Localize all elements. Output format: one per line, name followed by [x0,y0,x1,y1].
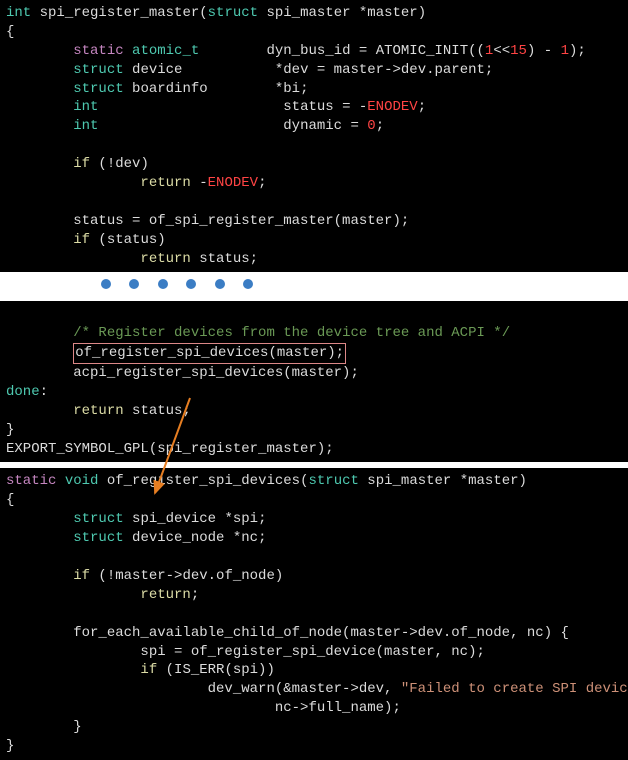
code-text: spi_device *spi; [124,511,267,527]
ellipsis-dots [0,272,628,301]
keyword-int: int [73,118,98,134]
dot-icon [215,279,225,289]
keyword-if: if [140,662,157,678]
code-text: } [6,719,82,735]
code-text: (status) [90,232,166,248]
code-text: spi_master *master) [258,5,426,21]
code-text: dev_warn(&master->dev, [6,681,401,697]
code-text: ; [418,99,426,115]
code-block-3: static void of_register_spi_devices(stru… [0,468,628,759]
code-block-2: /* Register devices from the device tree… [0,301,628,462]
code-text: ; [258,175,266,191]
keyword-static: static [73,43,123,59]
code-text: device_node *nc; [124,530,267,546]
number: 15 [510,43,527,59]
code-text: acpi_register_spi_devices(master); [6,365,359,381]
error-const: ENODEV [208,175,258,191]
keyword-return: return [140,251,190,267]
dot-icon [101,279,111,289]
highlighted-call: of_register_spi_devices(master); [73,343,346,364]
code-text: spi_master *master) [359,473,527,489]
code-text: of_register_spi_devices(master); [75,345,344,361]
code-text: for_each_available_child_of_node(master-… [6,625,569,641]
keyword-if: if [73,232,90,248]
keyword-if: if [73,568,90,584]
dot-icon [186,279,196,289]
keyword-struct: struct [73,62,123,78]
keyword-struct: struct [73,81,123,97]
keyword-struct: struct [308,473,358,489]
keyword-struct: struct [73,530,123,546]
dot-icon [129,279,139,289]
keyword-return: return [140,175,190,191]
keyword-int: int [6,5,31,21]
type-atomic: atomic_t [124,43,200,59]
code-block-1: int spi_register_master(struct spi_maste… [0,0,628,272]
type-device: device [124,62,183,78]
code-text: { [6,24,14,40]
keyword-return: return [73,403,123,419]
code-text: ); [569,43,586,59]
keyword-return: return [140,587,190,603]
number: 1 [561,43,569,59]
code-text: ) - [527,43,561,59]
code-text: - [191,175,208,191]
dot-icon [158,279,168,289]
code-text: status = of_spi_register_master(master); [6,213,409,229]
code-text: (!dev) [90,156,149,172]
error-const: ENODEV [367,99,417,115]
type-boardinfo: boardinfo [124,81,208,97]
code-text: { [6,492,14,508]
code-text: nc->full_name); [6,700,401,716]
code-text: dyn_bus_id = ATOMIC_INIT(( [199,43,485,59]
keyword-static: static [6,473,56,489]
keyword-void: void [56,473,98,489]
code-text: } [6,422,14,438]
code-text: *dev = master->dev.parent; [182,62,493,78]
keyword-int: int [73,99,98,115]
goto-label: done [6,384,40,400]
code-text: status; [124,403,191,419]
code-text: (!master->dev.of_node) [90,568,283,584]
code-text: status = - [98,99,367,115]
string-literal: "Failed to create SPI device for [401,681,628,697]
code-text: EXPORT_SYMBOL_GPL(spi_register_master); [6,441,334,457]
code-text: ; [191,587,199,603]
comment: /* Register devices from the device tree… [73,325,510,341]
code-text: << [493,43,510,59]
code-text: spi_register_master( [31,5,207,21]
keyword-struct: struct [208,5,258,21]
code-text: spi = of_register_spi_device(master, nc)… [6,644,485,660]
code-text: status; [191,251,258,267]
code-text: (IS_ERR(spi)) [157,662,275,678]
code-text: of_register_spi_devices( [98,473,308,489]
code-text: dynamic = [98,118,367,134]
code-text: : [40,384,48,400]
dot-icon [243,279,253,289]
code-text: *bi; [208,81,309,97]
keyword-struct: struct [73,511,123,527]
number: 0 [367,118,375,134]
code-text: ; [376,118,384,134]
code-text: } [6,738,14,754]
keyword-if: if [73,156,90,172]
